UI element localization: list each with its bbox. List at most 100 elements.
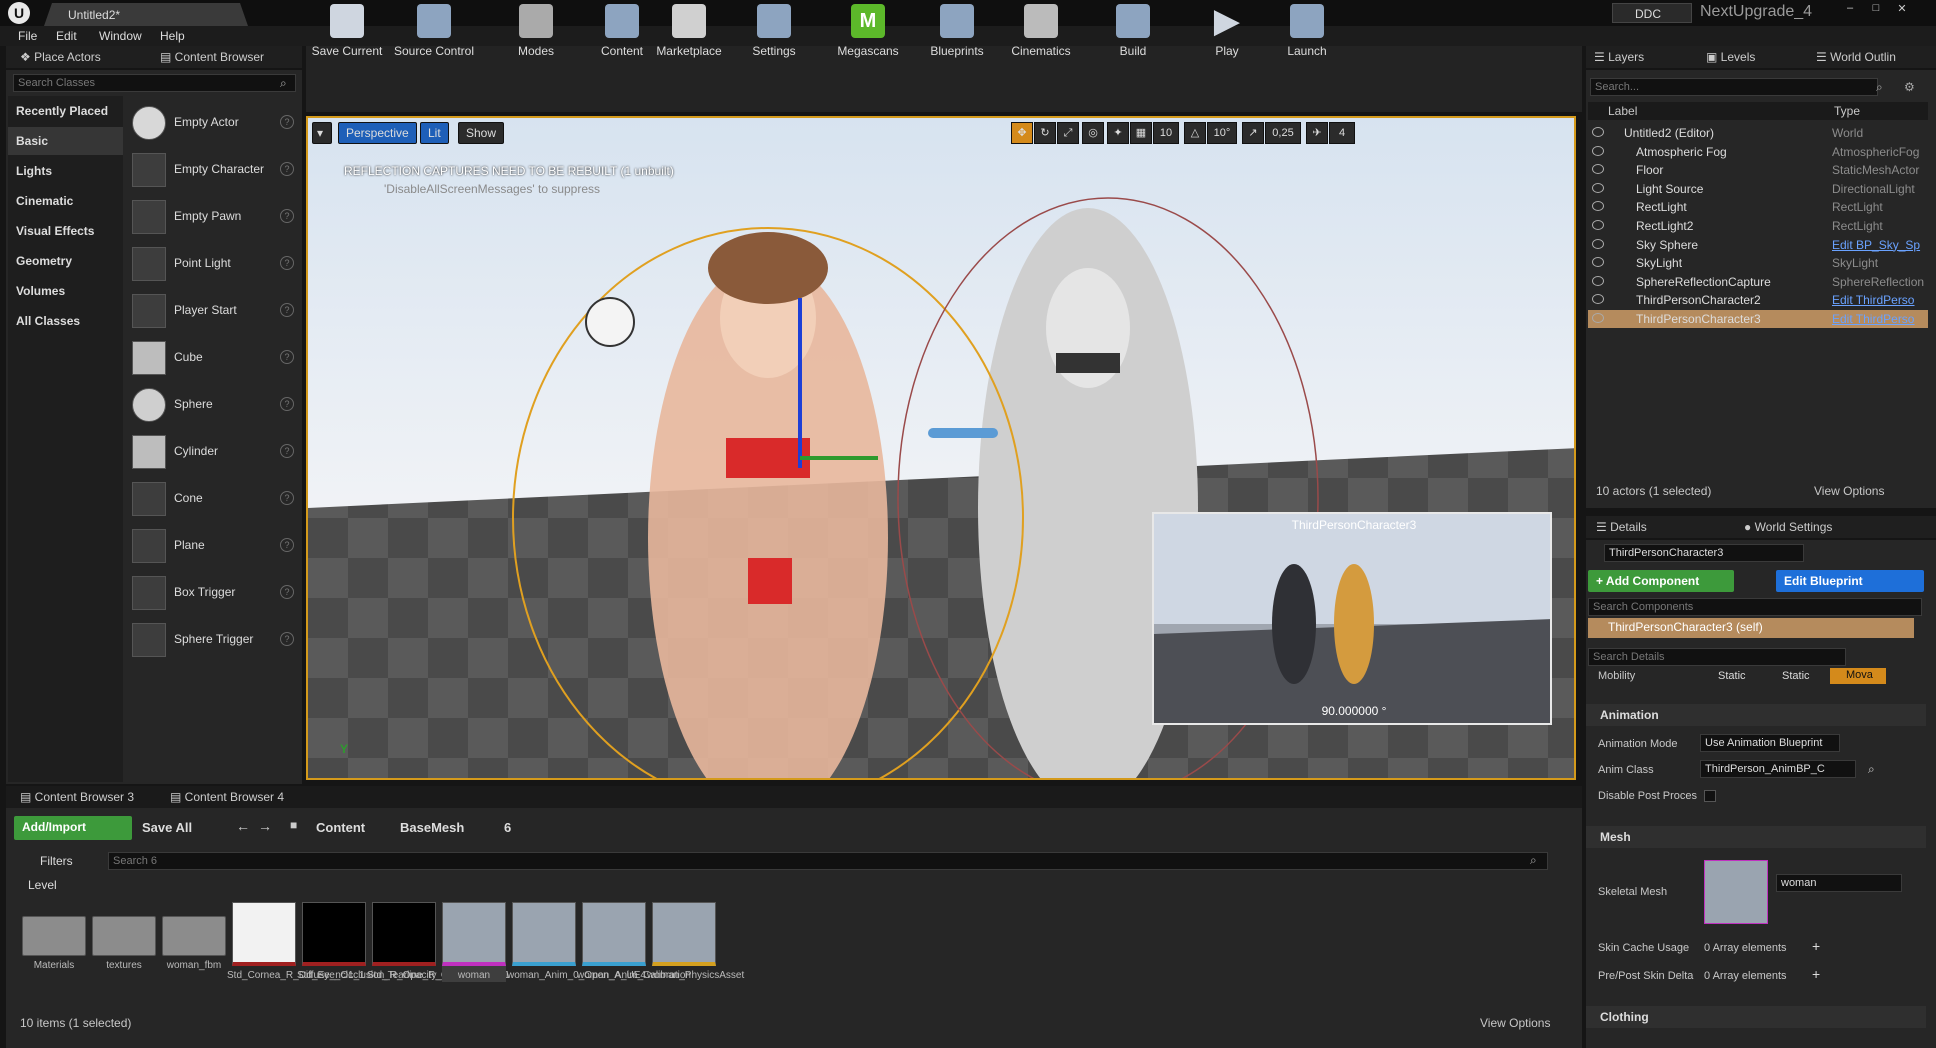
viewport-options-button[interactable]: ▾ <box>312 122 332 144</box>
ddc-button[interactable]: DDC <box>1612 3 1692 23</box>
visibility-eye-icon[interactable] <box>1592 182 1604 193</box>
outliner-search-input[interactable]: Search... <box>1590 78 1878 96</box>
breadcrumb-basemesh[interactable]: BaseMesh <box>400 820 464 835</box>
megascans-button[interactable]: M Megascans <box>832 4 904 64</box>
world-local-icon[interactable]: ◎ <box>1082 122 1104 144</box>
unreal-logo-icon[interactable]: U <box>8 2 30 24</box>
outliner-row[interactable]: Sky Sphere Edit BP_Sky_Sp <box>1588 236 1928 254</box>
visibility-eye-icon[interactable] <box>1592 164 1604 175</box>
asset-tile[interactable]: Std_Cornea_R_Diffuse_ncl1_1 <box>227 902 365 982</box>
add-element-icon[interactable]: + <box>1812 966 1820 982</box>
marketplace-button[interactable]: Marketplace <box>654 4 724 64</box>
help-icon[interactable]: ? <box>280 444 294 458</box>
disable-post-checkbox[interactable] <box>1704 790 1716 802</box>
category-lights[interactable]: Lights <box>8 157 123 185</box>
category-geometry[interactable]: Geometry <box>8 247 123 275</box>
tab-levels[interactable]: ▣ Levels <box>1706 50 1755 68</box>
help-icon[interactable]: ? <box>280 162 294 176</box>
source-control-button[interactable]: Source Control <box>392 4 476 64</box>
save-all-button[interactable]: Save All <box>142 820 192 835</box>
lit-button[interactable]: Lit <box>420 122 449 144</box>
outliner-row[interactable]: Floor StaticMeshActor <box>1588 161 1928 179</box>
category-cinematic[interactable]: Cinematic <box>8 187 123 215</box>
scale-icon[interactable]: ⤢ <box>1057 122 1079 144</box>
actor-sphere[interactable]: Sphere? <box>128 384 298 426</box>
actor-cylinder[interactable]: Cylinder? <box>128 431 298 473</box>
document-tab[interactable]: Untitled2* <box>44 3 248 26</box>
forward-arrow-icon[interactable]: → <box>258 818 272 834</box>
tab-content-browser-3[interactable]: ▤ Content Browser 3 <box>20 790 134 808</box>
category-volumes[interactable]: Volumes <box>8 277 123 305</box>
blueprints-button[interactable]: Blueprints <box>924 4 990 64</box>
outliner-row[interactable]: Untitled2 (Editor) World <box>1588 124 1928 142</box>
category-visual-effects[interactable]: Visual Effects <box>8 217 123 245</box>
mesh-thumbnail[interactable] <box>1704 860 1768 924</box>
settings-button[interactable]: Settings <box>744 4 804 64</box>
actor-plane[interactable]: Plane? <box>128 525 298 567</box>
actor-player-start[interactable]: Player Start? <box>128 290 298 332</box>
asset-tile[interactable]: Std_Eye_Occlusion_R_Opacity_ncl1 <box>297 902 460 982</box>
actor-empty-pawn[interactable]: Empty Pawn? <box>128 196 298 238</box>
visibility-eye-icon[interactable] <box>1592 257 1604 268</box>
column-type[interactable]: Type <box>1834 104 1860 118</box>
breadcrumb-content[interactable]: Content <box>316 820 365 835</box>
actor-cone[interactable]: Cone? <box>128 478 298 520</box>
visibility-eye-icon[interactable] <box>1592 220 1604 230</box>
perspective-button[interactable]: Perspective <box>338 122 417 144</box>
menu-edit[interactable]: Edit <box>56 29 77 43</box>
actor-empty-character[interactable]: Empty Character? <box>128 149 298 191</box>
level-filter-tag[interactable]: Level <box>28 878 57 892</box>
translate-icon[interactable]: ✥ <box>1011 122 1033 144</box>
asset-tile[interactable]: Std_Tearline_R_Opacity_ncl1_1 <box>367 902 510 982</box>
tab-layers[interactable]: ☰ Layers <box>1594 50 1644 68</box>
section-mesh[interactable]: Mesh <box>1586 826 1926 848</box>
category-all-classes[interactable]: All Classes <box>8 307 123 335</box>
section-animation[interactable]: Animation <box>1586 704 1926 726</box>
column-label[interactable]: Label <box>1608 104 1637 118</box>
asset-tile[interactable]: woman <box>442 902 506 982</box>
help-icon[interactable]: ? <box>280 209 294 223</box>
camera-speed-value[interactable]: 4 <box>1329 122 1355 144</box>
help-icon[interactable]: ? <box>280 538 294 552</box>
content-button[interactable]: Content <box>594 4 650 64</box>
outliner-row-type[interactable]: Edit BP_Sky_Sp <box>1832 238 1920 252</box>
outliner-settings-icon[interactable]: ⚙ <box>1904 80 1915 94</box>
grid-size-value[interactable]: 10 <box>1153 122 1179 144</box>
actor-point-light[interactable]: Point Light? <box>128 243 298 285</box>
tab-world-settings[interactable]: ● World Settings <box>1744 520 1832 538</box>
asset-tile[interactable]: woman_Anim_0_Open_A_UE4 <box>507 902 646 982</box>
visibility-eye-icon[interactable] <box>1592 294 1604 305</box>
outliner-row-type[interactable]: Edit ThirdPerso <box>1832 293 1914 307</box>
menu-window[interactable]: Window <box>99 29 142 43</box>
add-import-button[interactable]: Add/Import <box>14 816 132 840</box>
outliner-row[interactable]: Atmospheric Fog AtmosphericFog <box>1588 143 1928 161</box>
actor-sphere-trigger[interactable]: Sphere Trigger? <box>128 619 298 661</box>
add-component-button[interactable]: + Add Component <box>1588 570 1734 592</box>
edit-blueprint-button[interactable]: Edit Blueprint <box>1776 570 1924 592</box>
close-icon[interactable]: ✕ <box>1892 2 1912 16</box>
scale-snap-value[interactable]: 0,25 <box>1265 122 1301 144</box>
mobility-movable[interactable]: Mova <box>1830 668 1886 684</box>
content-view-options[interactable]: View Options <box>1480 1016 1550 1030</box>
content-search-input[interactable]: Search 6 <box>108 852 1548 870</box>
tab-content-browser[interactable]: ▤ Content Browser <box>160 50 264 68</box>
surface-snap-icon[interactable]: ✦ <box>1107 122 1129 144</box>
help-icon[interactable]: ? <box>280 115 294 129</box>
mobility-static[interactable]: Static <box>1718 670 1746 682</box>
outliner-row[interactable]: SkyLight SkyLight <box>1588 254 1928 272</box>
outliner-row[interactable]: Light Source DirectionalLight <box>1588 180 1928 198</box>
build-button[interactable]: Build <box>1108 4 1158 64</box>
asset-tile[interactable]: textures <box>92 902 156 972</box>
back-arrow-icon[interactable]: ← <box>236 818 250 834</box>
actor-name-field[interactable]: ThirdPersonCharacter3 <box>1604 544 1804 562</box>
help-icon[interactable]: ? <box>280 491 294 505</box>
outliner-row[interactable]: ThirdPersonCharacter3 Edit ThirdPerso <box>1588 310 1928 328</box>
outliner-view-options[interactable]: View Options <box>1814 484 1884 498</box>
class-search-input[interactable]: Search Classes <box>13 74 296 92</box>
grid-snap-icon[interactable]: ▦ <box>1130 122 1152 144</box>
mobility-stationary[interactable]: Static <box>1782 670 1810 682</box>
minimize-icon[interactable]: – <box>1840 2 1860 16</box>
save-current-button[interactable]: Save Current <box>310 4 384 64</box>
visibility-eye-icon[interactable] <box>1592 275 1604 286</box>
browse-icon[interactable]: ⌕ <box>1868 762 1875 777</box>
